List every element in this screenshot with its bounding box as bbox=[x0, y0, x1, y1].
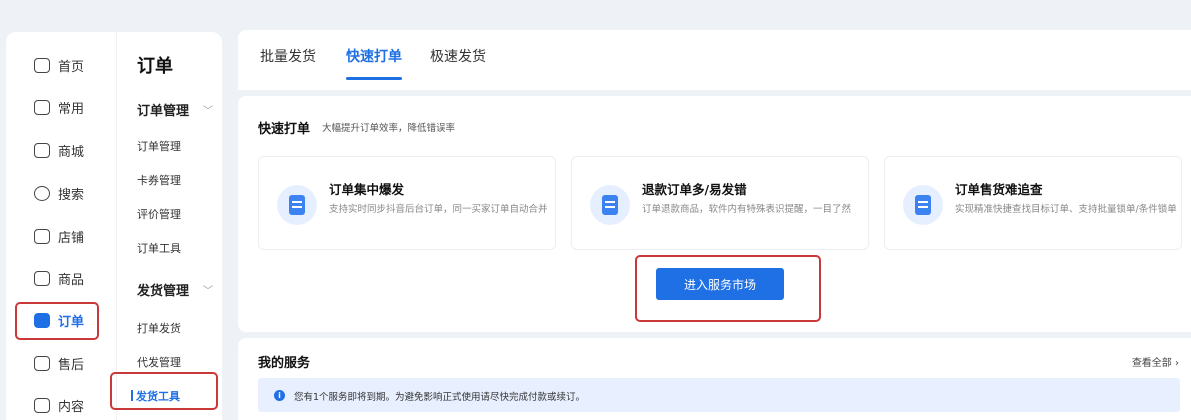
primary-sidebar: 首页 常用 商城 搜索 店铺 商品 订单 售后 内容 bbox=[6, 32, 116, 420]
feature-card: 退款订单多/易发错 订单退款商品，软件内有特殊表识提醒，一目了然 bbox=[571, 156, 869, 250]
nav-item-after-sale[interactable]: 售后 bbox=[20, 346, 106, 380]
sub-nav-title: 订单 bbox=[137, 56, 173, 77]
nav-item-order[interactable]: 订单 bbox=[20, 303, 106, 337]
nav-item-home[interactable]: 首页 bbox=[20, 48, 106, 82]
search-icon bbox=[34, 185, 50, 201]
group-shipping-management[interactable]: 发货管理 ﹀ bbox=[137, 280, 213, 299]
section-subtitle: 大幅提升订单效率，降低错误率 bbox=[322, 123, 456, 134]
sub-item-order-management[interactable]: 订单管理 bbox=[137, 138, 181, 154]
nav-item-mall[interactable]: 商城 bbox=[20, 133, 106, 167]
info-icon: i bbox=[274, 390, 285, 401]
sub-item-dropship[interactable]: 代发管理 bbox=[137, 354, 181, 370]
search-doc-icon bbox=[915, 195, 931, 215]
card-desc: 支持实时同步抖音后台订单，同一买家订单自动合并 bbox=[329, 204, 548, 215]
expiry-notice: i 您有1个服务即将到期。为避免影响正式使用请尽快完成付款或续订。 bbox=[258, 378, 1180, 412]
content-icon bbox=[34, 397, 50, 413]
sub-item-order-tools[interactable]: 订单工具 bbox=[137, 240, 181, 256]
product-icon bbox=[34, 270, 50, 286]
tab-quick-print[interactable]: 快速打单 bbox=[346, 46, 402, 66]
notice-text: 您有1个服务即将到期。为避免影响正式使用请尽快完成付款或续订。 bbox=[294, 392, 586, 403]
group-order-management[interactable]: 订单管理 ﹀ bbox=[137, 100, 213, 119]
folder-icon bbox=[34, 99, 50, 115]
sub-item-print-ship[interactable]: 打单发货 bbox=[137, 320, 181, 336]
store-icon bbox=[34, 142, 50, 158]
tab-batch-ship[interactable]: 批量发货 bbox=[260, 46, 316, 66]
card-title: 订单集中爆发 bbox=[329, 182, 405, 197]
card-title: 退款订单多/易发错 bbox=[642, 182, 747, 197]
sub-item-shipping-tools[interactable]: 发货工具 bbox=[131, 388, 180, 404]
feature-card: 订单集中爆发 支持实时同步抖音后台订单，同一买家订单自动合并 bbox=[258, 156, 556, 250]
feature-card: 订单售货难追查 实现精准快捷查找目标订单、支持批量锁单/条件锁单 bbox=[884, 156, 1182, 250]
chevron-down-icon: ﹀ bbox=[203, 106, 213, 117]
card-title: 订单售货难追查 bbox=[955, 182, 1043, 197]
chevron-down-icon: ﹀ bbox=[203, 286, 213, 297]
nav-item-content[interactable]: 内容 bbox=[20, 388, 106, 420]
quick-print-panel: 快速打单 大幅提升订单效率，降低错误率 订单集中爆发 支持实时同步抖音后台订单，… bbox=[238, 96, 1191, 332]
my-services-title: 我的服务 bbox=[258, 356, 311, 371]
shop-icon bbox=[34, 228, 50, 244]
secondary-sidebar: 订单 订单管理 ﹀ 订单管理 卡券管理 评价管理 订单工具 发货管理 ﹀ 打单发货 … bbox=[116, 32, 222, 420]
active-tab-underline bbox=[346, 77, 402, 80]
clipboard-icon bbox=[289, 195, 305, 215]
after-sale-icon bbox=[34, 355, 50, 371]
tab-express-ship[interactable]: 极速发货 bbox=[430, 46, 486, 66]
card-desc: 订单退款商品，软件内有特殊表识提醒，一目了然 bbox=[642, 204, 852, 215]
section-title: 快速打单 bbox=[258, 122, 311, 137]
nav-item-product[interactable]: 商品 bbox=[20, 261, 106, 295]
tab-bar: 批量发货 快速打单 极速发货 bbox=[238, 30, 1191, 90]
my-services-panel: 我的服务 查看全部 › i 您有1个服务即将到期。为避免影响正式使用请尽快完成付… bbox=[238, 338, 1191, 420]
card-desc: 实现精准快捷查找目标订单、支持批量锁单/条件锁单 bbox=[955, 204, 1177, 215]
sub-item-review-management[interactable]: 评价管理 bbox=[137, 206, 181, 222]
home-icon bbox=[34, 57, 50, 73]
nav-item-search[interactable]: 搜索 bbox=[20, 176, 106, 210]
nav-item-common[interactable]: 常用 bbox=[20, 90, 106, 124]
bag-icon bbox=[602, 195, 618, 215]
sub-item-voucher-management[interactable]: 卡券管理 bbox=[137, 172, 181, 188]
view-all-link[interactable]: 查看全部 › bbox=[1132, 354, 1179, 369]
nav-item-shop[interactable]: 店铺 bbox=[20, 219, 106, 253]
order-icon bbox=[34, 312, 50, 328]
enter-service-market-button[interactable]: 进入服务市场 bbox=[656, 268, 784, 300]
active-indicator bbox=[131, 390, 133, 401]
